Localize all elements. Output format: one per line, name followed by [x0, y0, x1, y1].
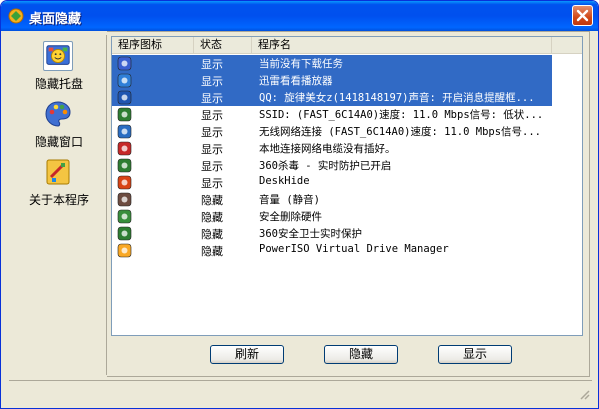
row-program-name: QQ: 旋律美女z(1418148197)声音: 开启消息提醒框...	[259, 92, 535, 104]
row-program-name: PowerISO Virtual Drive Manager	[259, 243, 449, 255]
guard-360-icon	[117, 226, 132, 241]
table-row[interactable]: 隐藏 安全删除硬件	[112, 208, 552, 225]
thunder-icon	[117, 73, 132, 88]
row-program-name: 本地连接网络电缆没有插好。	[259, 143, 396, 155]
sidebar-item-hide-tray[interactable]: 隐藏托盘	[11, 41, 107, 97]
hide-button[interactable]: 隐藏	[324, 345, 398, 364]
sidebar: 隐藏托盘 隐藏窗口 关于本程序	[11, 35, 107, 375]
column-header-status[interactable]: 状态	[194, 37, 252, 54]
table-row[interactable]: 隐藏 360安全卫士实时保护	[112, 225, 552, 242]
close-button[interactable]	[572, 5, 593, 26]
table-row[interactable]: 显示 无线网络连接 (FAST_6C14A0)速度: 11.0 Mbps信号...	[112, 123, 552, 140]
download-arrow-icon	[117, 56, 132, 71]
app-icon	[8, 8, 24, 24]
row-status: 隐藏	[201, 228, 223, 241]
row-status: 显示	[201, 109, 223, 122]
sidebar-item-label: 关于本程序	[28, 193, 89, 207]
table-row[interactable]: 显示 迅雷看看播放器	[112, 72, 552, 89]
deskhide-icon	[117, 175, 132, 190]
row-program-name: 360安全卫士实时保护	[259, 228, 362, 240]
shield-360-icon	[117, 158, 132, 173]
row-status: 显示	[201, 177, 223, 190]
palette-icon	[45, 101, 71, 127]
tray-icon	[43, 41, 73, 71]
row-program-name: 迅雷看看播放器	[259, 75, 333, 87]
about-icon	[46, 159, 70, 185]
table-row[interactable]: 显示 当前没有下载任务	[112, 55, 552, 72]
title-bar[interactable]: 桌面隐藏	[1, 1, 598, 31]
row-program-name: 音量 (静音)	[259, 194, 320, 206]
table-row[interactable]: 隐藏 音量 (静音)	[112, 191, 552, 208]
table-row[interactable]: 显示 360杀毒 - 实时防护已开启	[112, 157, 552, 174]
row-status: 显示	[201, 160, 223, 173]
wireless-network-icon	[117, 124, 132, 139]
speaker-muted-icon	[117, 192, 132, 207]
resize-grip-icon[interactable]	[578, 388, 590, 400]
list-rows: 显示 当前没有下载任务 显示 迅雷看看播放器 显示 QQ: 旋律美女z(141814819…	[112, 55, 582, 259]
safely-remove-hardware-icon	[117, 209, 132, 224]
column-header-icon[interactable]: 程序图标	[112, 37, 194, 54]
row-status: 显示	[201, 126, 223, 139]
row-status: 显示	[201, 92, 223, 105]
sidebar-item-label: 隐藏托盘	[34, 77, 83, 91]
qq-icon	[117, 90, 132, 105]
list-header: 程序图标 状态 程序名	[112, 37, 582, 54]
sidebar-item-about[interactable]: 关于本程序	[11, 157, 107, 213]
row-status: 隐藏	[201, 211, 223, 224]
row-status: 隐藏	[201, 245, 223, 258]
row-status: 显示	[201, 58, 223, 71]
table-row[interactable]: 隐藏 PowerISO Virtual Drive Manager	[112, 242, 552, 259]
row-program-name: 360杀毒 - 实时防护已开启	[259, 160, 392, 172]
show-button[interactable]: 显示	[438, 345, 512, 364]
table-row[interactable]: 显示 DeskHide	[112, 174, 552, 191]
poweriso-icon	[117, 243, 132, 258]
row-program-name: 无线网络连接 (FAST_6C14A0)速度: 11.0 Mbps信号...	[259, 126, 542, 138]
refresh-button[interactable]: 刷新	[210, 345, 284, 364]
wifi-signal-icon	[117, 107, 132, 122]
window-title: 桌面隐藏	[29, 12, 82, 27]
network-disconnected-icon	[117, 141, 132, 156]
table-row[interactable]: 显示 本地连接网络电缆没有插好。	[112, 140, 552, 157]
close-icon	[576, 9, 589, 22]
row-program-name: 安全删除硬件	[259, 211, 322, 223]
table-row[interactable]: 显示 SSID: (FAST_6C14A0)速度: 11.0 Mbps信号: 低状…	[112, 106, 552, 123]
row-status: 显示	[201, 143, 223, 156]
table-row[interactable]: 显示 QQ: 旋律美女z(1418148197)声音: 开启消息提醒框...	[112, 89, 552, 106]
row-status: 显示	[201, 75, 223, 88]
client-area: 隐藏托盘 隐藏窗口 关于本程序 程序图标 状态 程序名 显示 当前没有下载任务 …	[5, 31, 594, 406]
main-panel: 程序图标 状态 程序名 显示 当前没有下载任务 显示 迅雷看看播放器 显示 QQ: 旋律美…	[107, 31, 590, 377]
row-program-name: SSID: (FAST_6C14A0)速度: 11.0 Mbps信号: 低状..…	[259, 109, 544, 121]
row-program-name: 当前没有下载任务	[259, 58, 343, 70]
sidebar-item-label: 隐藏窗口	[34, 135, 83, 149]
sidebar-item-hide-window[interactable]: 隐藏窗口	[11, 99, 107, 155]
row-program-name: DeskHide	[259, 175, 310, 187]
row-status: 隐藏	[201, 194, 223, 207]
status-bar	[9, 380, 592, 402]
column-header-name[interactable]: 程序名	[252, 37, 552, 54]
program-list[interactable]: 程序图标 状态 程序名 显示 当前没有下载任务 显示 迅雷看看播放器 显示 QQ: 旋律美…	[111, 36, 583, 336]
app-window: 桌面隐藏 隐藏托盘 隐藏窗口 关于本程序 程序图标 状态 程序名 显示 当前没有…	[0, 0, 599, 409]
